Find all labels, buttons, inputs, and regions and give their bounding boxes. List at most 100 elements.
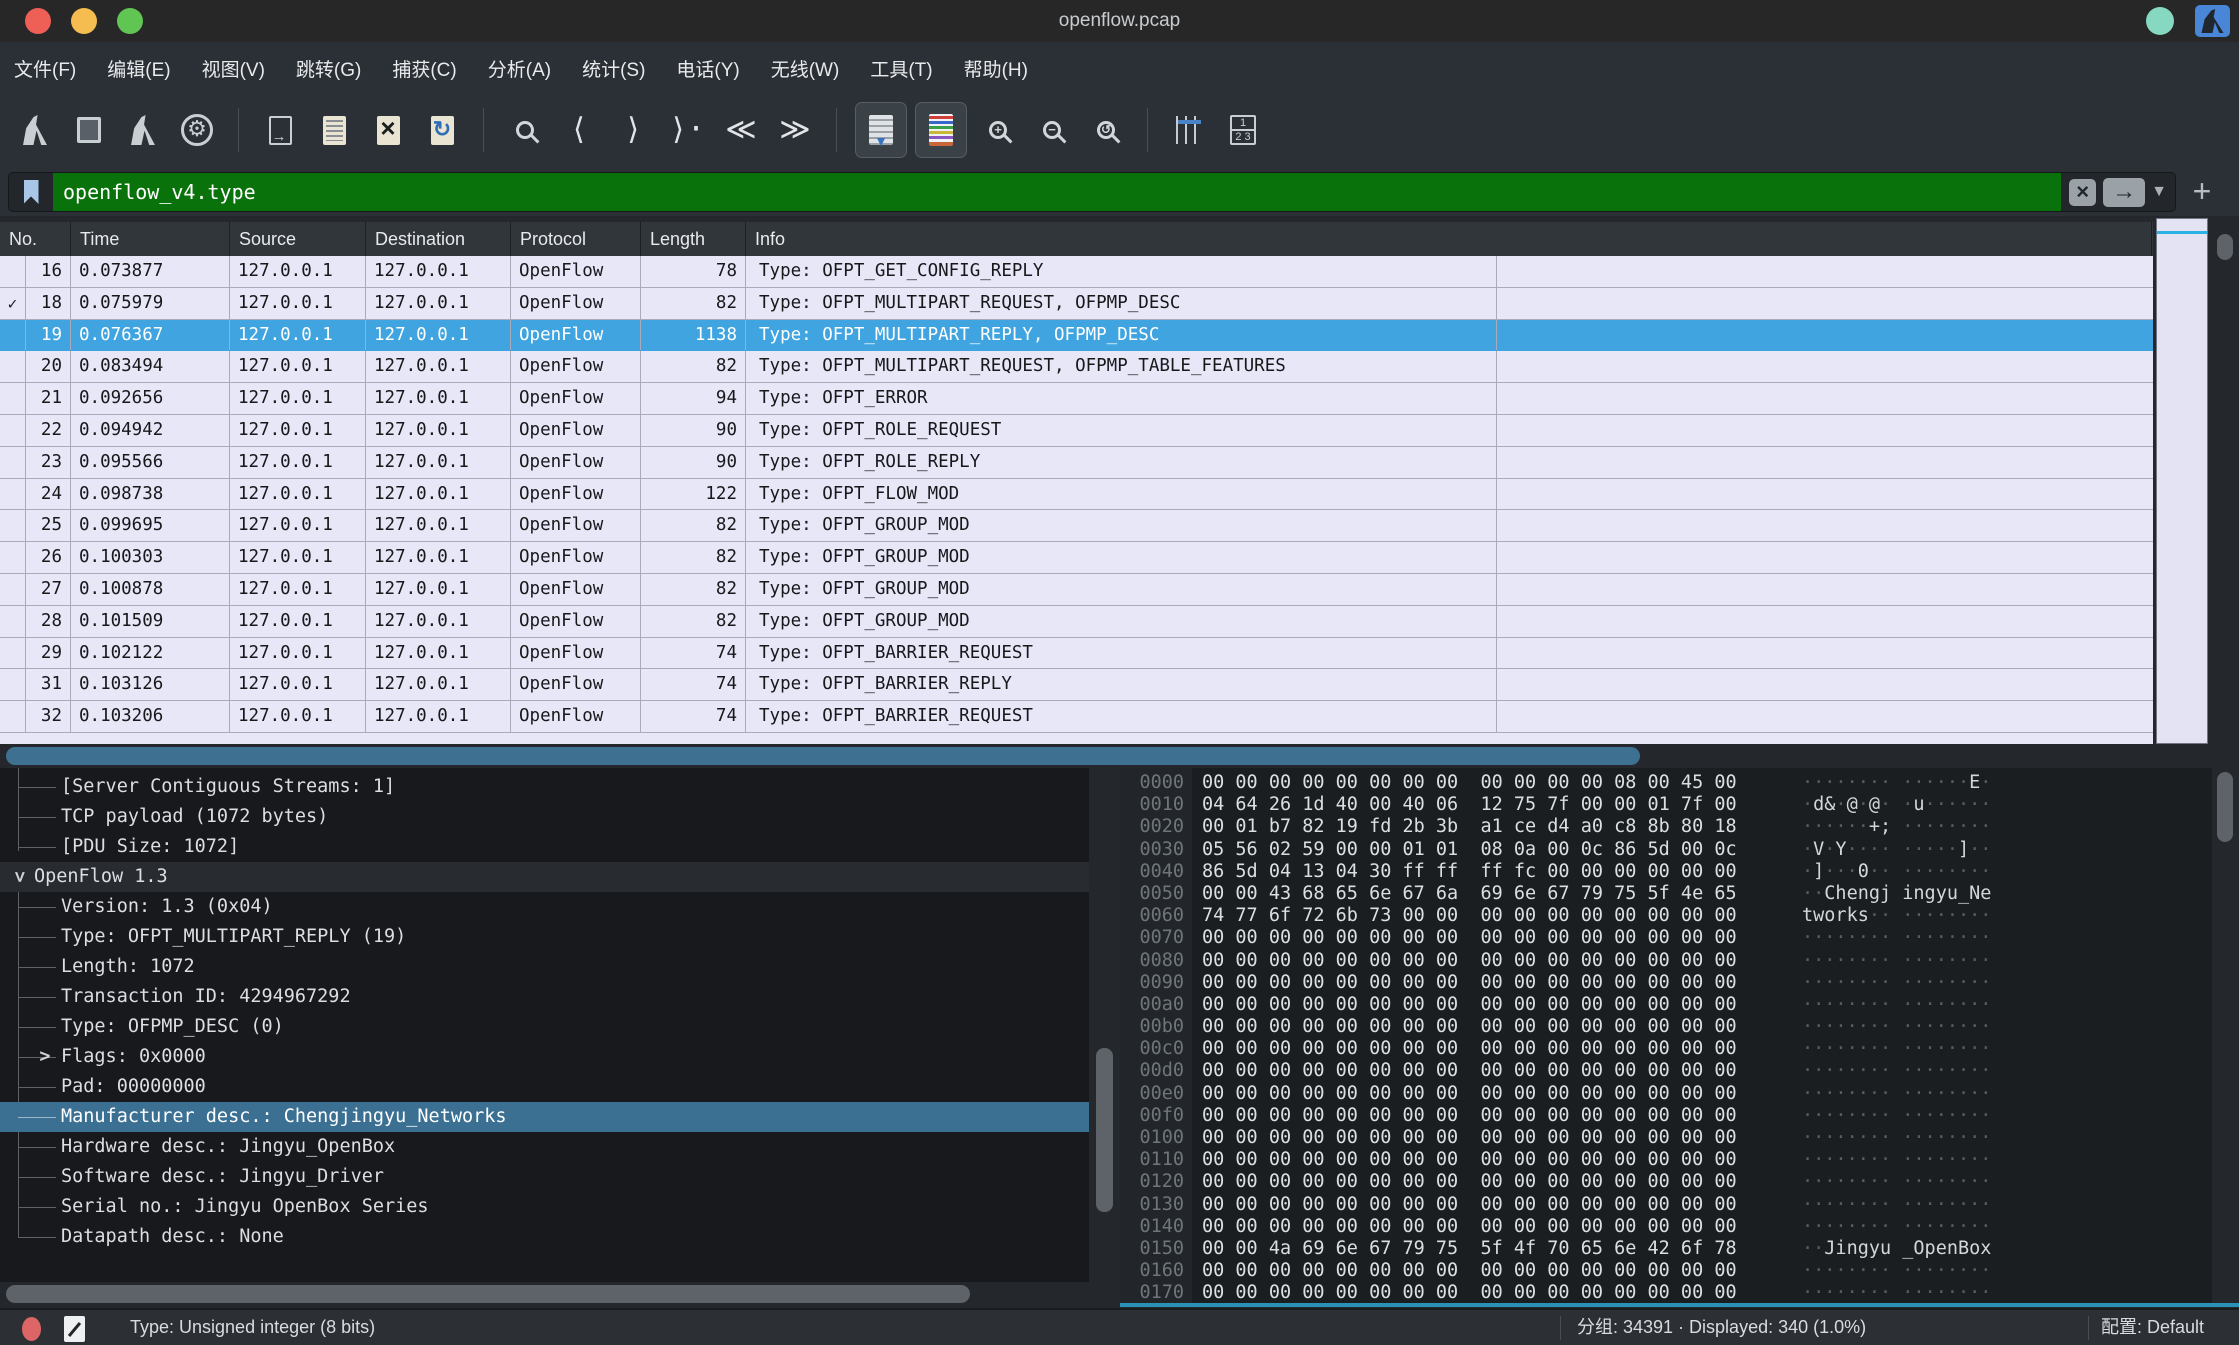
detail-item[interactable]: [Server Contiguous Streams: 1] [0,772,1089,802]
column-header-source[interactable]: Source [230,222,366,256]
find-packet-button[interactable] [502,105,548,155]
column-header-protocol[interactable]: Protocol [511,222,641,256]
detail-item[interactable]: Software desc.: Jingyu_Driver [0,1162,1089,1192]
packet-row[interactable]: 210.092656127.0.0.1127.0.0.1OpenFlow94Ty… [0,383,2153,415]
hex-row[interactable]: 00c000 00 00 00 00 00 00 00 00 00 00 00 … [1120,1038,2212,1060]
menu-item-t[interactable]: 工具(T) [870,55,932,82]
detail-vscroll-track[interactable] [1089,768,1120,1306]
packet-row[interactable]: 280.101509127.0.0.1127.0.0.1OpenFlow82Ty… [0,606,2153,638]
zoom-out-button[interactable] [1029,105,1075,155]
hex-row[interactable]: 013000 00 00 00 00 00 00 00 00 00 00 00 … [1120,1194,2212,1216]
hex-row[interactable]: 011000 00 00 00 00 00 00 00 00 00 00 00 … [1120,1149,2212,1171]
display-filter-input[interactable]: openflow_v4.type [53,173,2061,211]
restart-capture-button[interactable] [120,105,166,155]
hex-row[interactable]: 006074 77 6f 72 6b 73 00 00 00 00 00 00 … [1120,905,2212,927]
detail-item[interactable]: Serial no.: Jingyu OpenBox Series [0,1192,1089,1222]
menu-item-s[interactable]: 统计(S) [582,55,645,82]
hex-row[interactable]: 016000 00 00 00 00 00 00 00 00 00 00 00 … [1120,1260,2212,1282]
detail-item[interactable]: >OpenFlow 1.3 [0,862,1089,892]
go-last-button[interactable]: ≫ [772,105,818,155]
hex-row[interactable]: 004086 5d 04 13 04 30 ff ff ff fc 00 00 … [1120,861,2212,883]
packet-list-vscroll-thumb[interactable] [2217,234,2233,260]
menu-item-a[interactable]: 分析(A) [488,55,551,82]
detail-item[interactable]: Datapath desc.: None [0,1222,1089,1252]
hex-vscroll-thumb[interactable] [2217,772,2233,842]
packet-row[interactable]: 270.100878127.0.0.1127.0.0.1OpenFlow82Ty… [0,574,2153,606]
hex-row[interactable]: 001004 64 26 1d 40 00 40 06 12 75 7f 00 … [1120,794,2212,816]
hex-row[interactable]: 017000 00 00 00 00 00 00 00 00 00 00 00 … [1120,1282,2212,1304]
hex-row[interactable]: 009000 00 00 00 00 00 00 00 00 00 00 00 … [1120,972,2212,994]
packet-list-hscroll-thumb[interactable] [6,747,1640,765]
packet-row[interactable]: 160.073877127.0.0.1127.0.0.1OpenFlow78Ty… [0,256,2153,288]
column-header-no[interactable]: No. [0,222,71,256]
detail-item[interactable]: Manufacturer desc.: Chengjingyu_Networks [0,1102,1089,1132]
go-first-button[interactable]: ≪ [718,105,764,155]
hex-row[interactable]: 012000 00 00 00 00 00 00 00 00 00 00 00 … [1120,1171,2212,1193]
capture-options-button[interactable] [174,105,220,155]
column-header-length[interactable]: Length [641,222,746,256]
detail-item[interactable]: >Flags: 0x0000 [0,1042,1089,1072]
menu-item-v[interactable]: 视图(V) [202,55,265,82]
column-header-info[interactable]: Info [746,222,2152,256]
bookmark-icon[interactable] [9,173,53,211]
capture-comment-icon[interactable] [64,1316,85,1342]
hex-row[interactable]: 010000 00 00 00 00 00 00 00 00 00 00 00 … [1120,1127,2212,1149]
packet-row[interactable]: 310.103126127.0.0.1127.0.0.1OpenFlow74Ty… [0,669,2153,701]
menu-item-w[interactable]: 无线(W) [771,55,840,82]
detail-item[interactable]: Hardware desc.: Jingyu_OpenBox [0,1132,1089,1162]
zoom-reset-button[interactable] [1083,105,1129,155]
save-file-button[interactable] [311,105,357,155]
menu-item-c[interactable]: 捕获(C) [392,55,456,82]
menu-item-g[interactable]: 跳转(G) [296,55,361,82]
status-profile[interactable]: 配置: Default [2101,1310,2204,1345]
close-file-button[interactable] [365,105,411,155]
chevron-right-icon[interactable]: > [36,1042,54,1072]
zoom-in-button[interactable] [975,105,1021,155]
detail-item[interactable]: Length: 1072 [0,952,1089,982]
go-to-packet-button[interactable]: ⟩· [664,105,710,155]
detail-item[interactable]: Transaction ID: 4294967292 [0,982,1089,1012]
detail-item[interactable]: Version: 1.3 (0x04) [0,892,1089,922]
hex-row[interactable]: 014000 00 00 00 00 00 00 00 00 00 00 00 … [1120,1216,2212,1238]
hex-row[interactable]: 008000 00 00 00 00 00 00 00 00 00 00 00 … [1120,950,2212,972]
packet-row[interactable]: 320.103206127.0.0.1127.0.0.1OpenFlow74Ty… [0,701,2153,733]
chevron-down-icon[interactable]: > [4,868,34,886]
detail-vscroll-thumb[interactable] [1096,1048,1113,1212]
expert-info-icon[interactable] [22,1317,41,1341]
packet-row[interactable]: 230.095566127.0.0.1127.0.0.1OpenFlow90Ty… [0,447,2153,479]
packet-row[interactable]: ✓180.075979127.0.0.1127.0.0.1OpenFlow82T… [0,288,2153,320]
hex-row[interactable]: 007000 00 00 00 00 00 00 00 00 00 00 00 … [1120,927,2212,949]
auto-scroll-button[interactable] [855,102,907,158]
menu-item-h[interactable]: 帮助(H) [964,55,1028,82]
go-forward-button[interactable]: ⟩ [610,105,656,155]
hex-row[interactable]: 005000 00 43 68 65 6e 67 6a 69 6e 67 79 … [1120,883,2212,905]
packet-row[interactable]: 290.102122127.0.0.1127.0.0.1OpenFlow74Ty… [0,638,2153,670]
hex-row[interactable]: 00d000 00 00 00 00 00 00 00 00 00 00 00 … [1120,1060,2212,1082]
hex-row[interactable]: 003005 56 02 59 00 00 01 01 08 0a 00 0c … [1120,839,2212,861]
hex-row[interactable]: 002000 01 b7 82 19 fd 2b 3b a1 ce d4 a0 … [1120,816,2212,838]
go-back-button[interactable]: ⟨ [556,105,602,155]
hex-row[interactable]: 000000 00 00 00 00 00 00 00 00 00 00 00 … [1120,772,2212,794]
column-header-destination[interactable]: Destination [366,222,511,256]
hex-row[interactable]: 00e000 00 00 00 00 00 00 00 00 00 00 00 … [1120,1083,2212,1105]
packet-row[interactable]: 240.098738127.0.0.1127.0.0.1OpenFlow122T… [0,479,2153,511]
packet-row[interactable]: 260.100303127.0.0.1127.0.0.1OpenFlow82Ty… [0,542,2153,574]
apply-filter-icon[interactable]: → [2103,178,2145,207]
detail-item[interactable]: [PDU Size: 1072] [0,832,1089,862]
detail-item[interactable]: Pad: 00000000 [0,1072,1089,1102]
menu-item-f[interactable]: 文件(F) [14,55,76,82]
open-file-button[interactable] [257,105,303,155]
hex-row[interactable]: 015000 00 4a 69 6e 67 79 75 5f 4f 70 65 … [1120,1238,2212,1260]
packet-list-hscroll-track[interactable] [0,744,2212,768]
reload-file-button[interactable] [419,105,465,155]
start-capture-button[interactable] [12,105,58,155]
filter-dropdown-icon[interactable]: ▼ [2151,183,2167,201]
add-filter-icon[interactable]: + [2186,176,2218,208]
column-header-time[interactable]: Time [71,222,230,256]
detail-item[interactable]: TCP payload (1072 bytes) [0,802,1089,832]
packet-row[interactable]: 220.094942127.0.0.1127.0.0.1OpenFlow90Ty… [0,415,2153,447]
detail-item[interactable]: Type: OFPT_MULTIPART_REPLY (19) [0,922,1089,952]
detail-item[interactable]: Type: OFPMP_DESC (0) [0,1012,1089,1042]
colorize-packets-button[interactable] [915,102,967,158]
packet-row[interactable]: 200.083494127.0.0.1127.0.0.1OpenFlow82Ty… [0,351,2153,383]
